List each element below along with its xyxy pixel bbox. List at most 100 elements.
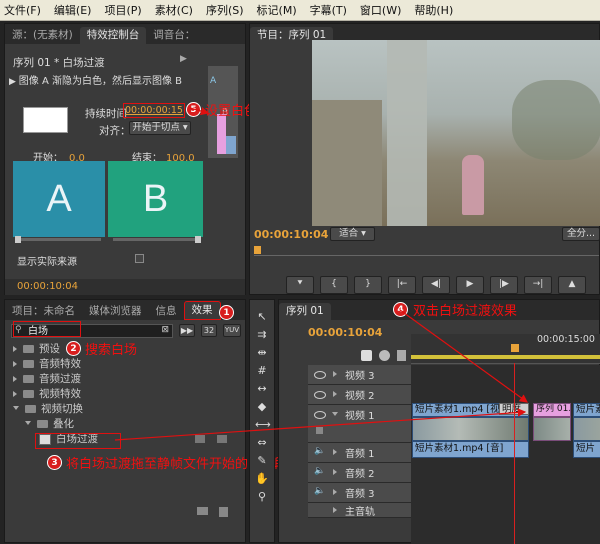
track-audio-3[interactable]: 🔈 音频 3 [308,483,411,503]
yuv-effects-icon[interactable]: YUV [223,324,241,337]
ripple-edit-tool-icon[interactable]: ⇹ [255,346,269,360]
clip-audio1-main[interactable]: 短片素材1.mp4 [音] [412,441,529,458]
menu-marker[interactable]: 标记(M) [257,2,297,18]
show-source-checkbox[interactable] [135,254,144,263]
menu-project[interactable]: 项目(P) [104,2,141,18]
accelerated-effects-icon[interactable]: ▶▶ [179,324,195,337]
speaker-icon[interactable]: 🔈 [314,446,325,456]
duration-value[interactable]: 00:00:00:15 [124,104,184,117]
preview-b[interactable]: B [108,161,203,237]
marker-icon[interactable] [379,350,390,361]
tab-source[interactable]: 源：(无素材) [5,27,80,44]
zoom-tool-icon[interactable]: ⚲ [255,490,269,504]
speaker-icon[interactable]: 🔈 [314,466,325,476]
end-slider[interactable] [113,236,201,243]
menu-window[interactable]: 窗口(W) [360,2,401,18]
track-video-2[interactable]: 视频 2 [308,385,411,405]
clear-search-icon[interactable]: ⊠ [161,325,169,335]
tree-item-audio-transitions[interactable]: 音频过渡 [13,372,241,387]
menu-sequence[interactable]: 序列(S) [206,2,244,18]
track-video-1[interactable]: 视频 1 [308,405,411,443]
fit-dropdown[interactable]: 适合 ▾ [330,227,375,241]
preview-a[interactable]: A [13,161,105,237]
work-area-bar[interactable] [411,355,600,359]
clip-video1-thumbs [412,417,529,441]
duration-value-field[interactable]: 00:00:00:15 [123,103,185,118]
tab-sequence-01[interactable]: 序列 01 [279,303,331,320]
folder-icon [23,375,34,383]
align-dropdown[interactable]: 开始于切点 ▾ [129,121,191,135]
tree-item-video-transitions[interactable]: 视频切换 [13,402,241,417]
menu-title[interactable]: 字幕(T) [310,2,347,18]
menu-help[interactable]: 帮助(H) [414,2,453,18]
eye-icon[interactable] [314,391,326,399]
timeline-timecode[interactable]: 00:00:10:04 [308,326,382,339]
clip-sequence-nested[interactable]: 序列 01. [533,403,571,441]
slip-tool-icon[interactable]: ⟷ [255,418,271,432]
trash-footer-icon[interactable] [219,507,228,517]
goto-out-button[interactable]: →| [524,276,552,294]
pen-tool-icon[interactable]: ✎ [255,454,269,468]
add-marker-icon[interactable] [397,350,406,361]
tree-item-dissolve[interactable]: 叠化 [13,417,241,432]
hand-tool-icon[interactable]: ✋ [255,472,269,486]
tab-effect-controls[interactable]: 特效控制台 [79,27,147,44]
folder-icon [37,420,48,428]
new-bin-footer-icon[interactable] [197,507,208,515]
lift-button[interactable]: ▲ [558,276,586,294]
program-ruler[interactable] [254,246,599,256]
speaker-icon[interactable]: 🔈 [314,486,325,496]
playhead-marker[interactable] [254,246,261,254]
tree-item-video-effects[interactable]: 视频特效 [13,387,241,402]
marker-button[interactable]: ⯆ [286,276,314,294]
eye-icon[interactable] [314,371,326,379]
play-icon[interactable]: ▶ [9,77,19,87]
ruler-playhead-marker[interactable] [511,344,519,352]
tab-effects[interactable]: 效果 [183,301,221,320]
end-slider-handle[interactable] [195,236,201,243]
razor-tool-icon[interactable]: ◆ [255,400,269,414]
start-slider-handle[interactable] [15,236,21,243]
eye-icon[interactable] [314,411,326,419]
tab-audio-mixer[interactable]: 调音台： [146,27,202,44]
tab-media-browser[interactable]: 媒体浏览器 [82,303,149,320]
tree-item-audio-effects[interactable]: 音频特效 [13,357,241,372]
step-forward-button[interactable]: |▶ [490,276,518,294]
snap-icon[interactable] [361,350,372,361]
delete-icon[interactable] [217,435,227,443]
track-audio-2[interactable]: 🔈 音频 2 [308,463,411,483]
mini-clip-block[interactable] [226,136,236,154]
program-timecode[interactable]: 00:00:10:04 [254,228,328,241]
rate-stretch-tool-icon[interactable]: ↔ [255,382,269,396]
selection-tool-icon[interactable]: ↖ [255,310,269,324]
track-audio-1[interactable]: 🔈 音频 1 [308,443,411,463]
keyframe-icon[interactable] [316,427,323,434]
clip-audio1-end[interactable]: 短片 [573,441,600,458]
time-ruler[interactable]: 00:00:15:00 [411,334,600,364]
in-point-button[interactable]: { [320,276,348,294]
32bit-effects-icon[interactable]: 32 [201,324,217,337]
effect-controls-timecode[interactable]: 00:00:10:04 [17,281,78,292]
out-point-button[interactable]: } [354,276,382,294]
new-bin-icon[interactable] [195,435,205,443]
play-button[interactable]: ▶ [456,276,484,294]
menu-file[interactable]: 文件(F) [4,2,41,18]
step-back-button[interactable]: ◀| [422,276,450,294]
rolling-edit-tool-icon[interactable]: # [255,364,269,378]
tab-project[interactable]: 项目：未命名 [5,303,82,320]
goto-in-button[interactable]: |← [388,276,416,294]
clip-video1-end[interactable]: 短片素 [573,403,600,441]
show-source-label: 显示实际来源 [17,257,77,268]
playhead-line[interactable] [514,363,515,544]
tab-info[interactable]: 信息 [149,303,184,320]
mini-transition-block[interactable] [217,114,226,154]
track-video-3[interactable]: 视频 3 [308,365,411,385]
start-slider[interactable] [15,236,101,243]
quality-dropdown[interactable]: 全分... [562,227,600,241]
track-select-tool-icon[interactable]: ⇉ [255,328,269,342]
track-master[interactable]: 主音轨 [308,503,411,518]
track-headers: 视频 3 视频 2 视频 1 🔈 音频 1 🔈 音频 2 🔈 音频 3 主音轨 [308,365,411,518]
menu-edit[interactable]: 编辑(E) [54,2,92,18]
menu-clip[interactable]: 素材(C) [155,2,193,18]
slide-tool-icon[interactable]: ⇔ [255,436,269,450]
